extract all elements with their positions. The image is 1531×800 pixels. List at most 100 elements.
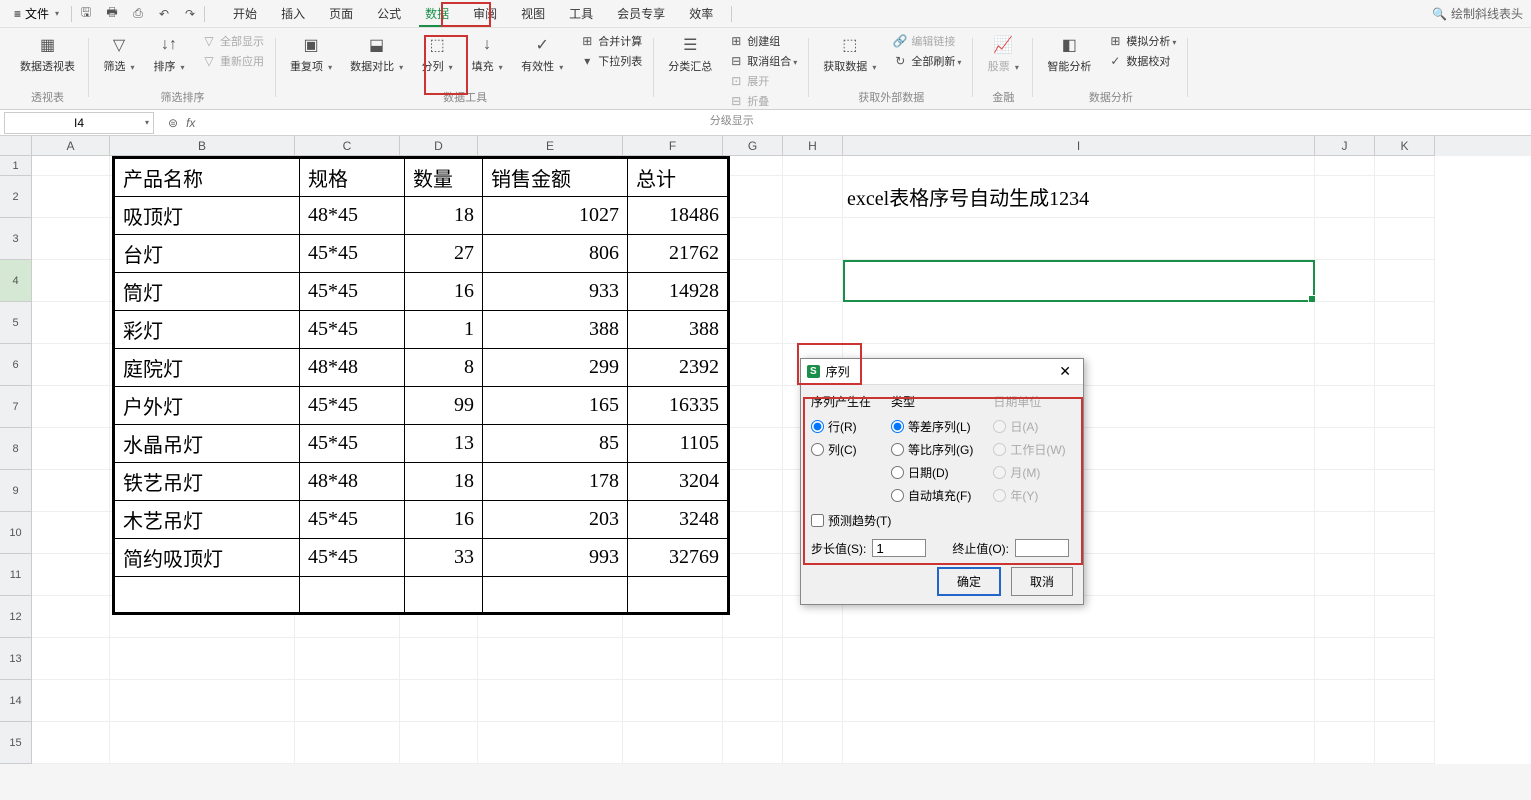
cell-J7[interactable]: [1315, 386, 1375, 428]
table-cell[interactable]: 45*45: [300, 539, 405, 577]
cell-K6[interactable]: [1375, 344, 1435, 386]
table-cell[interactable]: [115, 577, 300, 613]
radio-等差序列(L)[interactable]: 等差序列(L): [891, 418, 973, 435]
cell-A11[interactable]: [32, 554, 110, 596]
cell-J11[interactable]: [1315, 554, 1375, 596]
radio-input[interactable]: [891, 489, 904, 502]
select-all-corner[interactable]: [0, 136, 32, 156]
table-cell[interactable]: 14928: [628, 273, 728, 311]
cell-B15[interactable]: [110, 722, 295, 764]
row-header-5[interactable]: 5: [0, 302, 32, 344]
cell-A4[interactable]: [32, 260, 110, 302]
cancel-button[interactable]: 取消: [1011, 567, 1073, 596]
cell-A8[interactable]: [32, 428, 110, 470]
ribbon-btn-排序[interactable]: ↓↑排序 ▾: [147, 32, 191, 76]
cell-A14[interactable]: [32, 680, 110, 722]
table-cell[interactable]: 庭院灯: [115, 349, 300, 387]
row-header-15[interactable]: 15: [0, 722, 32, 764]
radio-input[interactable]: [891, 443, 904, 456]
table-cell[interactable]: 299: [483, 349, 628, 387]
row-header-10[interactable]: 10: [0, 512, 32, 554]
table-cell[interactable]: 33: [405, 539, 483, 577]
selected-cell[interactable]: [843, 260, 1315, 302]
cell-G3[interactable]: [723, 218, 783, 260]
col-header-A[interactable]: A: [32, 136, 110, 156]
cell-J9[interactable]: [1315, 470, 1375, 512]
table-cell[interactable]: 178: [483, 463, 628, 501]
table-cell[interactable]: 18486: [628, 197, 728, 235]
cell-D14[interactable]: [400, 680, 478, 722]
cell-I2[interactable]: excel表格序号自动生成1234: [843, 176, 1315, 218]
cell-G13[interactable]: [723, 638, 783, 680]
cell-A2[interactable]: [32, 176, 110, 218]
cell-J15[interactable]: [1315, 722, 1375, 764]
cell-G11[interactable]: [723, 554, 783, 596]
ribbon-btn-分类汇总[interactable]: ☰分类汇总: [662, 32, 718, 76]
sheet[interactable]: ABCDEFGHIJK12excel表格序号自动生成12343456789101…: [0, 136, 1531, 764]
tab-插入[interactable]: 插入: [269, 1, 317, 26]
preview-icon[interactable]: ⎙: [130, 6, 146, 22]
row-header-14[interactable]: 14: [0, 680, 32, 722]
cell-A6[interactable]: [32, 344, 110, 386]
table-cell[interactable]: 933: [483, 273, 628, 311]
cell-A13[interactable]: [32, 638, 110, 680]
fx-expand-icon[interactable]: ⊜: [168, 116, 178, 130]
ribbon-btn-创建组[interactable]: ⊞创建组: [724, 32, 801, 50]
cell-H4[interactable]: [783, 260, 843, 302]
tab-开始[interactable]: 开始: [221, 1, 269, 26]
cell-H2[interactable]: [783, 176, 843, 218]
tab-效率[interactable]: 效率: [677, 1, 725, 26]
cell-J13[interactable]: [1315, 638, 1375, 680]
row-header-6[interactable]: 6: [0, 344, 32, 386]
table-cell[interactable]: 16335: [628, 387, 728, 425]
ribbon-btn-获取数据[interactable]: ⬚获取数据 ▾: [817, 32, 882, 76]
cell-C15[interactable]: [295, 722, 400, 764]
cell-I15[interactable]: [843, 722, 1315, 764]
table-cell[interactable]: 8: [405, 349, 483, 387]
table-header[interactable]: 数量: [405, 159, 483, 197]
col-header-H[interactable]: H: [783, 136, 843, 156]
cell-H14[interactable]: [783, 680, 843, 722]
table-cell[interactable]: 3204: [628, 463, 728, 501]
cell-A9[interactable]: [32, 470, 110, 512]
table-cell[interactable]: 85: [483, 425, 628, 463]
table-cell[interactable]: 388: [483, 311, 628, 349]
table-cell[interactable]: 27: [405, 235, 483, 273]
tab-数据[interactable]: 数据: [413, 1, 461, 26]
table-cell[interactable]: 806: [483, 235, 628, 273]
cell-E14[interactable]: [478, 680, 623, 722]
tab-页面[interactable]: 页面: [317, 1, 365, 26]
cell-K3[interactable]: [1375, 218, 1435, 260]
cell-I5[interactable]: [843, 302, 1315, 344]
cell-H1[interactable]: [783, 156, 843, 176]
ribbon-btn-模拟分析[interactable]: ⊞模拟分析▾: [1103, 32, 1180, 50]
cell-B13[interactable]: [110, 638, 295, 680]
radio-行(R)[interactable]: 行(R): [811, 418, 871, 435]
radio-input[interactable]: [891, 420, 904, 433]
row-header-7[interactable]: 7: [0, 386, 32, 428]
row-header-11[interactable]: 11: [0, 554, 32, 596]
cell-K12[interactable]: [1375, 596, 1435, 638]
table-header[interactable]: 规格: [300, 159, 405, 197]
cell-K8[interactable]: [1375, 428, 1435, 470]
col-header-C[interactable]: C: [295, 136, 400, 156]
row-header-3[interactable]: 3: [0, 218, 32, 260]
cell-G8[interactable]: [723, 428, 783, 470]
ribbon-btn-重复项[interactable]: ▣重复项 ▾: [284, 32, 338, 76]
cell-H15[interactable]: [783, 722, 843, 764]
fx-label[interactable]: fx: [186, 116, 195, 130]
table-cell[interactable]: 45*45: [300, 387, 405, 425]
dialog-titlebar[interactable]: S 序列 ✕: [801, 359, 1083, 385]
cell-G14[interactable]: [723, 680, 783, 722]
cell-K10[interactable]: [1375, 512, 1435, 554]
cell-F14[interactable]: [623, 680, 723, 722]
ribbon-btn-数据校对[interactable]: ✓数据校对: [1103, 52, 1180, 70]
cell-F15[interactable]: [623, 722, 723, 764]
table-cell[interactable]: 165: [483, 387, 628, 425]
col-header-K[interactable]: K: [1375, 136, 1435, 156]
table-cell[interactable]: 99: [405, 387, 483, 425]
cell-I3[interactable]: [843, 218, 1315, 260]
col-header-F[interactable]: F: [623, 136, 723, 156]
radio-日期(D)[interactable]: 日期(D): [891, 464, 973, 481]
table-cell[interactable]: [405, 577, 483, 613]
